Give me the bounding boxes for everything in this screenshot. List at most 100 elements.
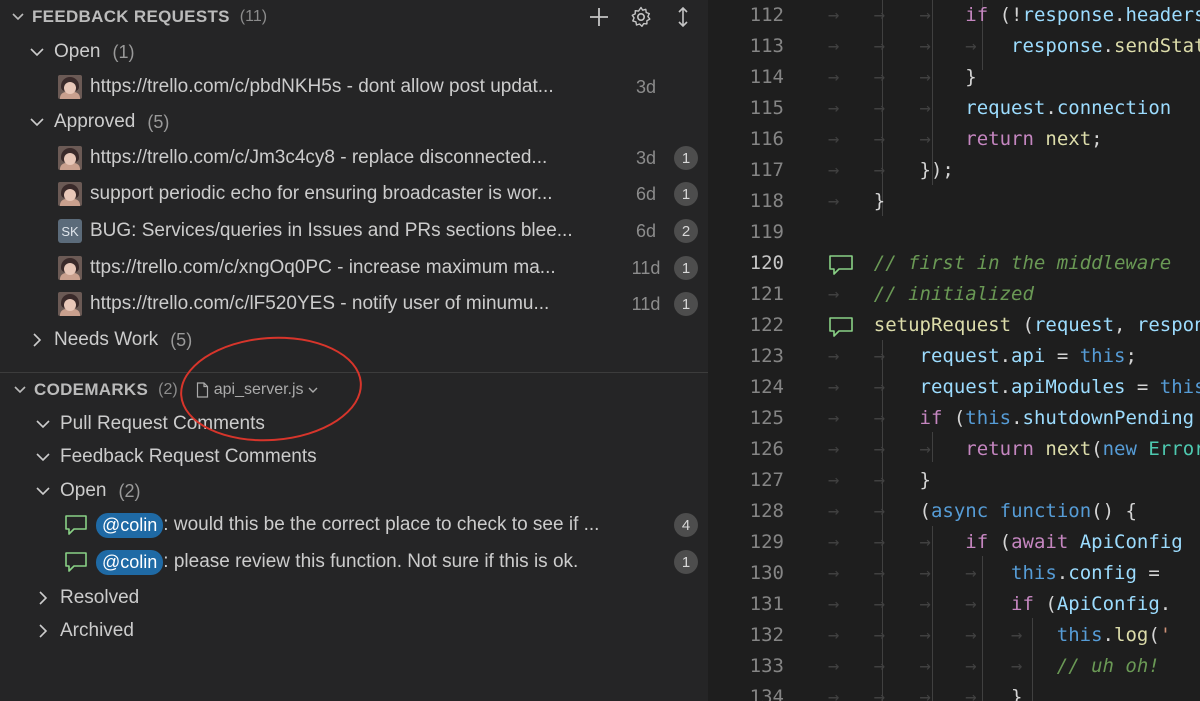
group-open-count: (1)	[112, 41, 135, 62]
code-line: → → → if (await ApiConfig	[828, 531, 1183, 553]
code-line: → → → return next;	[828, 128, 1103, 150]
line-number: 134	[749, 686, 784, 701]
reply-count-badge: 4	[674, 513, 698, 537]
line-number: 124	[749, 376, 784, 398]
code-line: → → request.api = this;	[828, 345, 1137, 367]
line-number: 127	[749, 469, 784, 491]
line-number-active: 120	[749, 252, 784, 274]
code-line: // first in the middleware	[873, 252, 1172, 274]
chevron-right-icon	[33, 333, 42, 347]
feedback-header-actions	[588, 2, 694, 32]
feedback-request-title: support periodic echo for ensuring broad…	[90, 183, 553, 204]
comment-bubble-icon	[65, 515, 87, 535]
list-item[interactable]: @colin : please review this function. No…	[0, 545, 708, 579]
feedback-request-title: https://trello.com/c/lF520YES - notify u…	[90, 293, 550, 314]
feedback-requests-header[interactable]: FEEDBACK REQUESTS (11)	[0, 0, 708, 34]
codemark-text: : would this be the correct place to che…	[163, 514, 600, 535]
comment-count-badge: 1	[674, 256, 698, 280]
group-needs-work-label: Needs Work	[54, 329, 159, 350]
mention-tag[interactable]: @colin	[96, 512, 164, 538]
group-archived-label: Archived	[60, 620, 134, 641]
code-line: → → → request.connection	[828, 97, 1172, 119]
file-filter-dropdown[interactable]: api_server.js	[196, 381, 324, 399]
group-open-label: Open	[54, 41, 101, 62]
line-number: 113	[749, 35, 784, 57]
line-number: 123	[749, 345, 784, 367]
chevron-down-icon	[36, 420, 50, 429]
group-approved-label: Approved	[54, 111, 136, 132]
group-approved[interactable]: Approved (5)	[0, 105, 708, 139]
code-line: → → → → }	[828, 686, 1023, 701]
list-item[interactable]: https://trello.com/c/lF520YES - notify u…	[0, 287, 708, 321]
reply-count-badge: 1	[674, 550, 698, 574]
code-line: → → });	[828, 159, 954, 181]
group-codemarks-open-count: (2)	[118, 480, 141, 501]
group-open[interactable]: Open (1)	[0, 35, 708, 69]
code-editor[interactable]: 112 113 114 115 116 117 118 119 120 121 …	[714, 0, 1200, 701]
sidebar: FEEDBACK REQUESTS (11) Open (1) https://…	[0, 0, 708, 701]
item-age: 3d	[635, 76, 657, 97]
comment-count-badge: 1	[674, 292, 698, 316]
list-item[interactable]: support periodic echo for ensuring broad…	[0, 177, 708, 211]
code-line: → → (async function() {	[828, 500, 1137, 522]
codemark-text: : please review this function. Not sure …	[163, 551, 579, 572]
line-number: 129	[749, 531, 784, 553]
avatar	[58, 256, 82, 280]
line-number: 122	[749, 314, 784, 336]
line-number: 128	[749, 500, 784, 522]
avatar	[58, 182, 82, 206]
codemarks-title: CODEMARKS	[34, 380, 149, 399]
line-number: 131	[749, 593, 784, 615]
code-line: → }	[828, 190, 886, 212]
chevron-down-icon	[30, 118, 44, 127]
file-filter-label: api_server.js	[213, 381, 304, 398]
group-pull-request-comments-label: Pull Request Comments	[60, 413, 265, 434]
group-codemarks-open[interactable]: Open (2)	[0, 474, 708, 508]
comment-count-badge: 2	[674, 219, 698, 243]
code-line: setupRequest (request, response	[873, 314, 1200, 336]
code-line: → → → return next(new Error	[828, 438, 1200, 460]
list-item[interactable]: ttps://trello.com/c/xngOq0PC - increase …	[0, 251, 708, 285]
list-item[interactable]: https://trello.com/c/Jm3c4cy8 - replace …	[0, 141, 708, 175]
code-line: → → }	[828, 469, 931, 491]
item-age: 6d	[635, 183, 657, 204]
group-needs-work-count: (5)	[170, 329, 193, 350]
code-line: → → if (this.shutdownPending	[828, 407, 1195, 429]
list-item[interactable]: SK BUG: Services/queries in Issues and P…	[0, 214, 708, 248]
feedback-requests-title: FEEDBACK REQUESTS	[32, 7, 230, 26]
list-item[interactable]: @colin : would this be the correct place…	[0, 508, 708, 542]
group-pull-request-comments[interactable]: Pull Request Comments	[0, 407, 708, 441]
group-resolved-label: Resolved	[60, 587, 140, 608]
group-resolved[interactable]: Resolved	[0, 581, 708, 615]
avatar	[58, 292, 82, 316]
plus-icon[interactable]	[588, 6, 610, 28]
sort-arrows-icon[interactable]	[672, 6, 694, 28]
gear-icon[interactable]	[630, 6, 652, 28]
mention-tag[interactable]: @colin	[96, 549, 164, 575]
feedback-requests-count: (11)	[239, 8, 268, 25]
group-archived[interactable]: Archived	[0, 614, 708, 648]
line-number: 117	[749, 159, 784, 181]
chevron-down-icon	[308, 387, 318, 393]
line-number: 112	[749, 4, 784, 26]
line-number: 125	[749, 407, 784, 429]
group-needs-work[interactable]: Needs Work (5)	[0, 323, 708, 357]
feedback-request-title: BUG: Services/queries in Issues and PRs …	[90, 220, 573, 241]
code-line: → → → → this.config =	[828, 562, 1172, 584]
code-line: → → → → if (ApiConfig.	[828, 593, 1172, 615]
group-feedback-request-comments[interactable]: Feedback Request Comments	[0, 440, 708, 474]
codemarks-header[interactable]: CODEMARKS (2) api_server.js	[0, 373, 708, 407]
code-line: → → request.apiModules = this	[828, 376, 1200, 398]
list-item[interactable]: https://trello.com/c/pbdNKH5s - dont all…	[0, 70, 708, 104]
codemarks-count: (2)	[158, 381, 178, 398]
feedback-request-title: ttps://trello.com/c/xngOq0PC - increase …	[90, 257, 556, 278]
line-number: 126	[749, 438, 784, 460]
chevron-down-icon	[14, 386, 26, 394]
line-number: 132	[749, 624, 784, 646]
code-line: → → → if (!response.headersSent	[828, 4, 1200, 26]
line-number: 114	[749, 66, 784, 88]
file-icon	[196, 382, 208, 398]
line-number: 119	[749, 221, 784, 243]
chevron-down-icon	[36, 487, 50, 496]
chevron-down-icon	[12, 13, 24, 21]
